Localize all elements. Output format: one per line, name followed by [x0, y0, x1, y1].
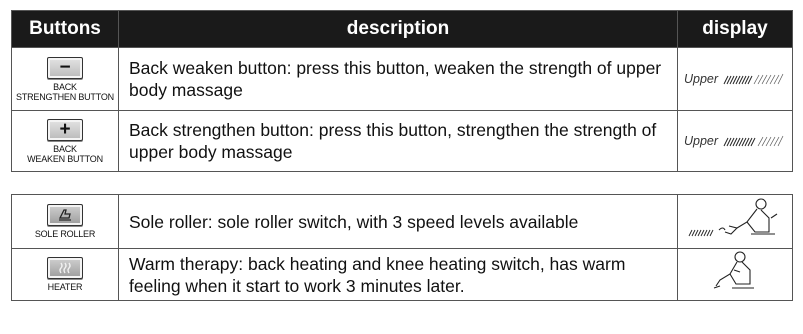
display-cell: Upper [677, 110, 793, 172]
table-row: HEATER Warm therapy: back heating and kn… [11, 248, 793, 301]
strength-bars-icon [723, 135, 783, 147]
seated-person-sole-roller-icon [688, 198, 778, 237]
back-weaken-button-cell: − BACK STRENGTHEN BUTTON [11, 47, 119, 111]
header-display: display [677, 10, 793, 48]
display-label: Upper [684, 134, 719, 148]
button-caption: HEATER [47, 282, 83, 292]
header-buttons: Buttons [11, 10, 119, 48]
buttons-table-bottom: SOLE ROLLER Sole roller: sole roller swi… [11, 194, 793, 301]
button-caption: BACK STRENGTHEN BUTTON [12, 82, 118, 102]
button-caption: BACK WEAKEN BUTTON [12, 144, 118, 164]
heater-button-cell: HEATER [11, 248, 119, 301]
table-header: Buttons description display [11, 10, 793, 48]
button-caption-text: BACK WEAKEN BUTTON [27, 143, 103, 164]
row-description: Warm therapy: back heating and knee heat… [118, 248, 678, 301]
button-caption-text: BACK STRENGTHEN BUTTON [16, 81, 114, 102]
minus-button[interactable]: − [47, 56, 83, 79]
header-description: description [118, 10, 678, 48]
buttons-table-top: Buttons description display − BACK STREN… [11, 10, 793, 172]
row-description: Back strengthen button: press this butto… [118, 110, 678, 172]
plus-button[interactable]: + [47, 118, 83, 141]
heater-button[interactable] [47, 257, 83, 279]
row-description: Back weaken button: press this button, w… [118, 47, 678, 111]
sole-roller-button[interactable] [47, 204, 83, 226]
sole-roller-button-cell: SOLE ROLLER [11, 194, 119, 249]
display-cell: Upper [677, 47, 793, 111]
sole-roller-icon [58, 209, 71, 221]
table-row: + BACK WEAKEN BUTTON Back strengthen but… [11, 110, 793, 172]
display-cell [677, 248, 793, 301]
display-cell [677, 194, 793, 249]
back-strengthen-button-cell: + BACK WEAKEN BUTTON [11, 110, 119, 172]
button-caption: SOLE ROLLER [34, 229, 96, 239]
strength-bars-icon [723, 73, 783, 85]
row-description: Sole roller: sole roller switch, with 3 … [118, 194, 678, 249]
display-label: Upper [684, 72, 719, 86]
table-row: SOLE ROLLER Sole roller: sole roller swi… [11, 194, 793, 249]
heater-icon [59, 262, 71, 274]
table-row: − BACK STRENGTHEN BUTTON Back weaken but… [11, 47, 793, 111]
seated-person-icon [713, 251, 754, 289]
